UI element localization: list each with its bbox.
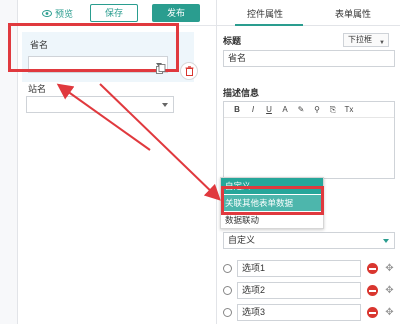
- station-select[interactable]: [26, 96, 174, 113]
- annotation-highlight-menu-item: [221, 186, 324, 215]
- unlink-button[interactable]: ⎘: [326, 104, 340, 116]
- option-radio[interactable]: [223, 286, 232, 295]
- option-input[interactable]: 选项3: [237, 304, 361, 321]
- trash-icon: [185, 66, 193, 76]
- properties-tabs: 控件属性 表单属性: [217, 0, 400, 26]
- title-section-heading: 标题: [223, 36, 242, 46]
- move-icon[interactable]: ✥: [383, 284, 396, 297]
- editor-toolbar: B I U A ✎ ⚲ ⎘ Tx: [224, 102, 394, 118]
- italic-button[interactable]: I: [246, 104, 260, 116]
- publish-button[interactable]: 发布: [152, 4, 200, 22]
- highlight-button[interactable]: ✎: [294, 104, 308, 116]
- underline-button[interactable]: U: [262, 104, 276, 116]
- tab-form-properties[interactable]: 表单属性: [335, 7, 371, 20]
- chevron-down-icon: ▼: [379, 40, 385, 46]
- remove-circle-icon[interactable]: [367, 307, 378, 318]
- copy-icon[interactable]: [156, 64, 166, 74]
- description-section-heading: 描述信息: [223, 88, 260, 98]
- option-row: 选项3 ✥: [223, 304, 399, 322]
- option-row: 选项1 ✥: [223, 260, 399, 278]
- option-radio[interactable]: [223, 308, 232, 317]
- clear-format-button[interactable]: Tx: [342, 104, 356, 116]
- link-button[interactable]: ⚲: [310, 104, 324, 116]
- field-label-station: 站名: [28, 84, 47, 94]
- remove-circle-icon[interactable]: [367, 285, 378, 296]
- chevron-down-icon: [383, 239, 389, 243]
- option-input[interactable]: 选项1: [237, 260, 361, 277]
- option-input[interactable]: 选项2: [237, 282, 361, 299]
- active-tab-indicator: [235, 24, 303, 26]
- font-color-button[interactable]: A: [278, 104, 292, 116]
- title-input[interactable]: 省名: [223, 50, 395, 67]
- option-source-select[interactable]: 自定义: [223, 232, 395, 249]
- properties-panel: 控件属性 表单属性 标题 下拉框 ▼ 省名 描述信息 B I U A ✎ ⚲ ⎘…: [216, 0, 400, 324]
- save-button[interactable]: 保存: [90, 4, 138, 22]
- option-row: 选项2 ✥: [223, 282, 399, 300]
- move-icon[interactable]: ✥: [383, 262, 396, 275]
- remove-circle-icon[interactable]: [367, 263, 378, 274]
- option-source-value: 自定义: [228, 235, 256, 245]
- preview-button[interactable]: 预览: [42, 7, 73, 20]
- description-editor[interactable]: B I U A ✎ ⚲ ⎘ Tx: [223, 101, 395, 179]
- move-icon[interactable]: ✥: [383, 306, 396, 319]
- tab-control-properties[interactable]: 控件属性: [247, 7, 283, 20]
- bold-button[interactable]: B: [230, 104, 244, 116]
- preview-label: 预览: [55, 9, 74, 19]
- annotation-highlight-field: [8, 23, 179, 72]
- eye-icon: [42, 10, 52, 17]
- option-radio[interactable]: [223, 264, 232, 273]
- field-type-value: 下拉框: [348, 35, 372, 44]
- field-type-dropdown[interactable]: 下拉框 ▼: [343, 33, 389, 47]
- delete-field-button[interactable]: [180, 62, 198, 80]
- chevron-down-icon: [162, 103, 168, 107]
